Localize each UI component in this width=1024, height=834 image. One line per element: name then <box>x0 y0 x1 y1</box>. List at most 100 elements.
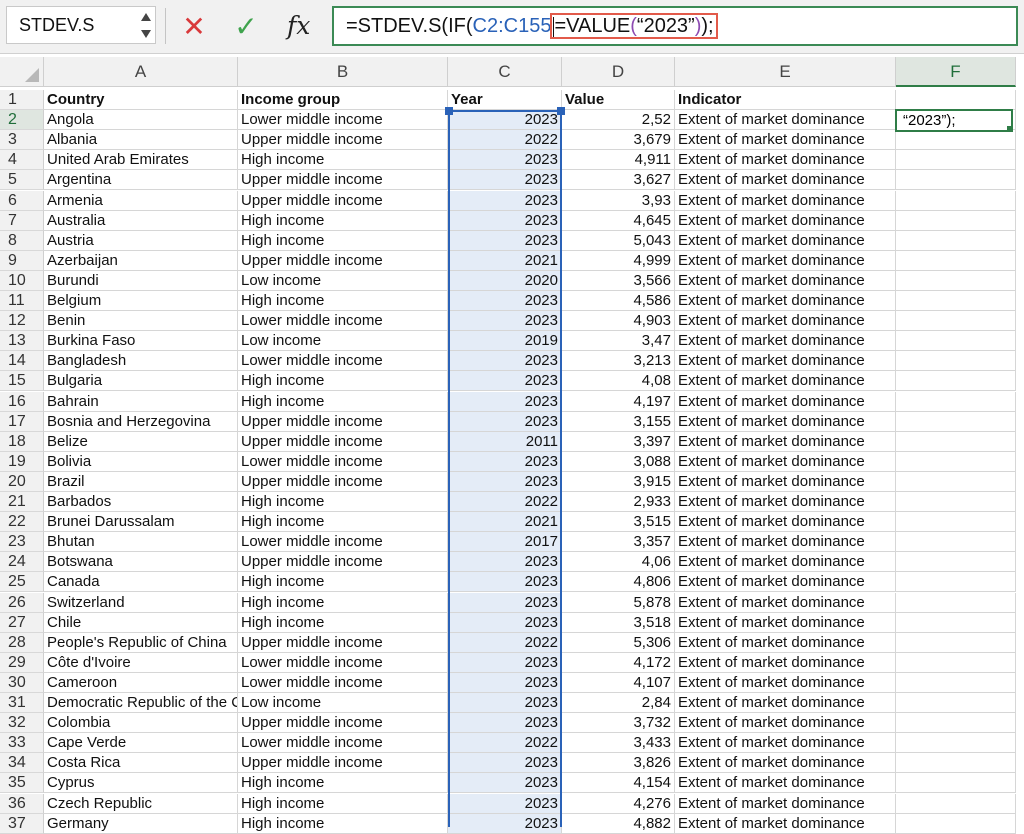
cell-f37[interactable] <box>896 813 1016 834</box>
cell-c21[interactable]: 2022 <box>448 492 562 512</box>
cell-c4[interactable]: 2023 <box>448 150 562 171</box>
row-header-6[interactable]: 6 <box>0 190 44 211</box>
active-cell-f2[interactable]: “2023”); <box>895 109 1013 132</box>
name-box-stepper[interactable] <box>139 9 153 43</box>
cell-e10[interactable]: Extent of market dominance <box>675 270 896 291</box>
cell-c34[interactable]: 2023 <box>448 753 562 774</box>
cell-f31[interactable] <box>896 693 1016 713</box>
row-header-1[interactable]: 1 <box>0 90 44 110</box>
cell-b26[interactable]: High income <box>238 592 448 613</box>
row-header-28[interactable]: 28 <box>0 632 44 653</box>
cell-c19[interactable]: 2023 <box>448 451 562 472</box>
cell-b25[interactable]: High income <box>238 572 448 593</box>
cell-c15[interactable]: 2023 <box>448 371 562 392</box>
cell-d33[interactable]: 3,433 <box>562 733 675 754</box>
cell-b22[interactable]: High income <box>238 512 448 533</box>
cell-d8[interactable]: 5,043 <box>562 230 675 251</box>
cell-e37[interactable]: Extent of market dominance <box>675 813 896 834</box>
cell-f1[interactable] <box>896 90 1016 110</box>
cell-e24[interactable]: Extent of market dominance <box>675 552 896 573</box>
cell-d19[interactable]: 3,088 <box>562 451 675 472</box>
cell-f28[interactable] <box>896 632 1016 653</box>
cell-d16[interactable]: 4,197 <box>562 391 675 412</box>
row-header-31[interactable]: 31 <box>0 693 44 713</box>
cell-a17[interactable]: Bosnia and Herzegovina <box>44 411 238 432</box>
cell-a23[interactable]: Bhutan <box>44 532 238 553</box>
cell-d28[interactable]: 5,306 <box>562 632 675 653</box>
cell-e25[interactable]: Extent of market dominance <box>675 572 896 593</box>
cell-a34[interactable]: Costa Rica <box>44 753 238 774</box>
cell-a35[interactable]: Cyprus <box>44 773 238 794</box>
cell-f25[interactable] <box>896 572 1016 593</box>
cell-f8[interactable] <box>896 230 1016 251</box>
row-header-14[interactable]: 14 <box>0 351 44 372</box>
row-header-9[interactable]: 9 <box>0 250 44 271</box>
row-header-18[interactable]: 18 <box>0 431 44 452</box>
cell-c37[interactable]: 2023 <box>448 813 562 834</box>
cell-d20[interactable]: 3,915 <box>562 471 675 492</box>
cell-b3[interactable]: Upper middle income <box>238 130 448 151</box>
cell-f15[interactable] <box>896 371 1016 392</box>
cell-c24[interactable]: 2023 <box>448 552 562 573</box>
cell-e18[interactable]: Extent of market dominance <box>675 431 896 452</box>
column-header-f[interactable]: F <box>896 57 1016 87</box>
cell-b18[interactable]: Upper middle income <box>238 431 448 452</box>
cell-b17[interactable]: Upper middle income <box>238 411 448 432</box>
cell-e27[interactable]: Extent of market dominance <box>675 612 896 633</box>
cell-d26[interactable]: 5,878 <box>562 592 675 613</box>
cell-f32[interactable] <box>896 713 1016 734</box>
cell-c32[interactable]: 2023 <box>448 713 562 734</box>
row-header-20[interactable]: 20 <box>0 471 44 492</box>
row-header-5[interactable]: 5 <box>0 170 44 191</box>
cell-d27[interactable]: 3,518 <box>562 612 675 633</box>
cell-d36[interactable]: 4,276 <box>562 793 675 814</box>
cell-e11[interactable]: Extent of market dominance <box>675 291 896 311</box>
cell-a10[interactable]: Burundi <box>44 270 238 291</box>
cell-b14[interactable]: Lower middle income <box>238 351 448 372</box>
cell-e33[interactable]: Extent of market dominance <box>675 733 896 754</box>
cell-f22[interactable] <box>896 512 1016 533</box>
row-header-34[interactable]: 34 <box>0 753 44 774</box>
cell-e17[interactable]: Extent of market dominance <box>675 411 896 432</box>
cell-e20[interactable]: Extent of market dominance <box>675 471 896 492</box>
cell-f14[interactable] <box>896 351 1016 372</box>
cell-c14[interactable]: 2023 <box>448 351 562 372</box>
cell-b13[interactable]: Low income <box>238 331 448 352</box>
cell-b30[interactable]: Lower middle income <box>238 672 448 693</box>
row-header-8[interactable]: 8 <box>0 230 44 251</box>
cell-d12[interactable]: 4,903 <box>562 311 675 332</box>
row-header-33[interactable]: 33 <box>0 733 44 754</box>
cell-e21[interactable]: Extent of market dominance <box>675 492 896 512</box>
cell-e19[interactable]: Extent of market dominance <box>675 451 896 472</box>
row-header-12[interactable]: 12 <box>0 311 44 332</box>
cell-e3[interactable]: Extent of market dominance <box>675 130 896 151</box>
cell-a2[interactable]: Angola <box>44 110 238 131</box>
cell-c2[interactable]: 2023 <box>448 110 562 131</box>
cell-b10[interactable]: Low income <box>238 270 448 291</box>
cell-c36[interactable]: 2023 <box>448 793 562 814</box>
cell-e15[interactable]: Extent of market dominance <box>675 371 896 392</box>
row-header-23[interactable]: 23 <box>0 532 44 553</box>
cell-e5[interactable]: Extent of market dominance <box>675 170 896 191</box>
column-header-d[interactable]: D <box>562 57 675 87</box>
cell-a20[interactable]: Brazil <box>44 471 238 492</box>
cell-c27[interactable]: 2023 <box>448 612 562 633</box>
row-header-13[interactable]: 13 <box>0 331 44 352</box>
cell-b33[interactable]: Lower middle income <box>238 733 448 754</box>
cell-c33[interactable]: 2022 <box>448 733 562 754</box>
cell-a29[interactable]: Côte d'Ivoire <box>44 652 238 673</box>
row-header-30[interactable]: 30 <box>0 672 44 693</box>
cell-d7[interactable]: 4,645 <box>562 210 675 231</box>
cell-f16[interactable] <box>896 391 1016 412</box>
cell-a3[interactable]: Albania <box>44 130 238 151</box>
cell-b16[interactable]: High income <box>238 391 448 412</box>
row-header-11[interactable]: 11 <box>0 291 44 311</box>
cell-f34[interactable] <box>896 753 1016 774</box>
cell-f11[interactable] <box>896 291 1016 311</box>
cell-b37[interactable]: High income <box>238 813 448 834</box>
cell-b4[interactable]: High income <box>238 150 448 171</box>
row-header-35[interactable]: 35 <box>0 773 44 794</box>
row-header-16[interactable]: 16 <box>0 391 44 412</box>
cell-b19[interactable]: Lower middle income <box>238 451 448 472</box>
row-header-29[interactable]: 29 <box>0 652 44 673</box>
